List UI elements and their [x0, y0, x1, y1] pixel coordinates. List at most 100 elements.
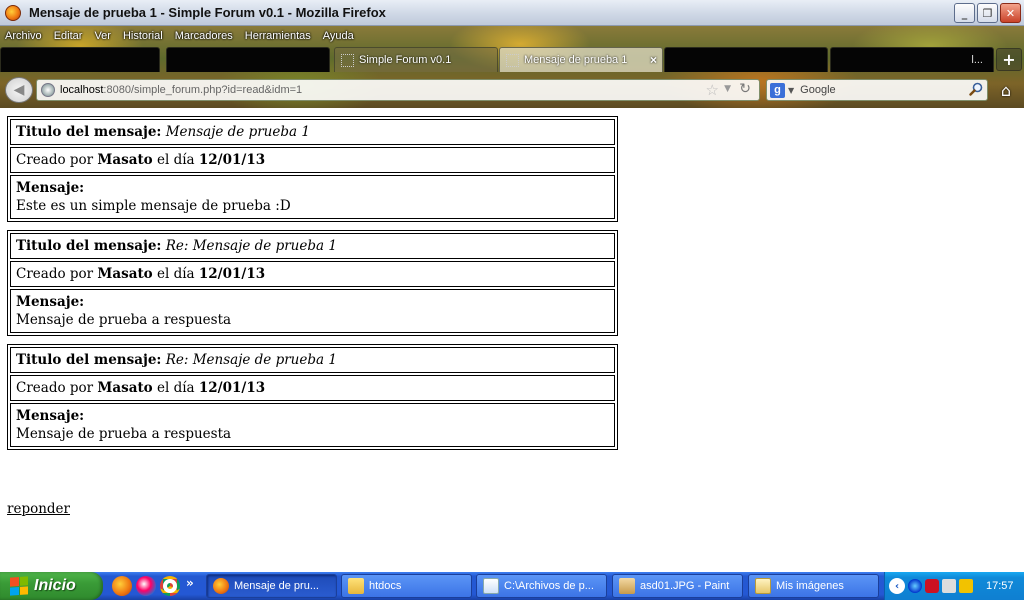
magnifier-icon[interactable]	[969, 82, 983, 96]
google-engine-icon[interactable]: g	[770, 82, 785, 98]
network-globe-icon[interactable]	[908, 579, 922, 593]
window-titlebar: Mensaje de prueba 1 - Simple Forum v0.1 …	[0, 0, 1024, 26]
reply-link[interactable]: reponder	[7, 501, 70, 517]
tab-redacted-1[interactable]	[0, 47, 160, 72]
start-label: Inicio	[34, 577, 76, 594]
forum-post: Titulo del mensaje: Re: Mensaje de prueb…	[7, 344, 618, 450]
created-prefix: Creado por	[16, 266, 94, 282]
post-body-row: Mensaje: Mensaje de prueba a respuesta	[10, 289, 615, 333]
menu-ver[interactable]: Ver	[88, 30, 117, 42]
task-notepad[interactable]: C:\Archivos de p...	[476, 574, 607, 598]
post-title-row: Titulo del mensaje: Re: Mensaje de prueb…	[10, 347, 615, 373]
page-icon	[341, 53, 354, 67]
history-dropdown-icon[interactable]: ▼	[724, 84, 731, 94]
window-controls: _ ❐ ✕	[954, 3, 1021, 23]
created-mid: el día	[156, 152, 195, 168]
reload-icon[interactable]: ↻	[739, 81, 751, 97]
folder-icon	[348, 578, 364, 594]
close-button[interactable]: ✕	[1000, 3, 1021, 23]
title-label: Titulo del mensaje:	[16, 124, 162, 140]
menu-marcadores[interactable]: Marcadores	[169, 30, 239, 42]
task-paint[interactable]: asd01.JPG - Paint	[612, 574, 743, 598]
tab-label: Mensaje de prueba 1	[524, 54, 628, 66]
task-htdocs[interactable]: htdocs	[341, 574, 472, 598]
start-button[interactable]: Inicio	[0, 572, 103, 600]
post-meta-row: Creado por Masato el día 12/01/13	[10, 147, 615, 173]
volume-icon[interactable]	[942, 579, 956, 593]
search-placeholder: Google	[800, 84, 836, 96]
search-bar[interactable]: g ▼ Google	[766, 79, 988, 101]
post-author: Masato	[97, 380, 153, 396]
page-content: Titulo del mensaje: Mensaje de prueba 1 …	[0, 108, 1024, 572]
created-mid: el día	[156, 266, 195, 282]
url-path: :8080/simple_forum.php?id=read&idm=1	[103, 84, 303, 96]
tab-redacted-2[interactable]	[166, 47, 330, 72]
post-date: 12/01/13	[198, 380, 266, 396]
show-hidden-icons-icon[interactable]: ‹	[889, 578, 905, 594]
maximize-button[interactable]: ❐	[977, 3, 998, 23]
post-title-row: Titulo del mensaje: Mensaje de prueba 1	[10, 119, 615, 145]
engine-dropdown-icon[interactable]: ▼	[788, 86, 794, 95]
back-button[interactable]: ◀	[5, 77, 33, 103]
tab-redacted-4[interactable]: l...	[830, 47, 994, 72]
clock: 17:57	[986, 580, 1014, 592]
tab-simple-forum[interactable]: Simple Forum v0.1	[334, 47, 498, 72]
task-label: Mis imágenes	[776, 580, 844, 592]
pictures-folder-icon	[755, 578, 771, 594]
windows-flag-icon	[10, 576, 28, 596]
window-title: Mensaje de prueba 1 - Simple Forum v0.1 …	[29, 5, 386, 20]
browser-chrome: Archivo Editar Ver Historial Marcadores …	[0, 26, 1024, 108]
bookmark-star-icon[interactable]: ☆	[706, 81, 719, 99]
post-title: Re: Mensaje de prueba 1	[165, 238, 337, 254]
firefox-quicklaunch-icon[interactable]	[112, 576, 132, 596]
post-body-row: Mensaje: Mensaje de prueba a respuesta	[10, 403, 615, 447]
system-tray: ‹ 17:57	[884, 572, 1024, 600]
power-icon[interactable]	[959, 579, 973, 593]
security-shield-icon[interactable]	[925, 579, 939, 593]
firefox-icon	[213, 578, 229, 594]
menu-bar: Archivo Editar Ver Historial Marcadores …	[0, 26, 360, 46]
menu-archivo[interactable]: Archivo	[0, 30, 48, 42]
title-label: Titulo del mensaje:	[16, 238, 162, 254]
notepad-icon	[483, 578, 499, 594]
minimize-button[interactable]: _	[954, 3, 975, 23]
post-title-row: Titulo del mensaje: Re: Mensaje de prueb…	[10, 233, 615, 259]
quicklaunch-more-icon[interactable]: »	[186, 576, 194, 596]
page-icon	[506, 53, 519, 67]
body-label: Mensaje:	[16, 408, 85, 424]
new-tab-button[interactable]: +	[996, 48, 1022, 71]
tab-close-icon[interactable]: ×	[650, 53, 657, 67]
task-mis-imagenes[interactable]: Mis imágenes	[748, 574, 879, 598]
forum-post: Titulo del mensaje: Re: Mensaje de prueb…	[7, 230, 618, 336]
menu-historial[interactable]: Historial	[117, 30, 169, 42]
tab-mensaje-prueba[interactable]: Mensaje de prueba 1 ×	[499, 47, 663, 72]
post-title: Mensaje de prueba 1	[165, 124, 310, 140]
body-label: Mensaje:	[16, 180, 85, 196]
post-author: Masato	[97, 266, 153, 282]
post-date: 12/01/13	[198, 266, 266, 282]
menu-editar[interactable]: Editar	[48, 30, 89, 42]
menu-herramientas[interactable]: Herramientas	[239, 30, 317, 42]
post-meta-row: Creado por Masato el día 12/01/13	[10, 375, 615, 401]
post-body-row: Mensaje: Este es un simple mensaje de pr…	[10, 175, 615, 219]
tab-bar: Simple Forum v0.1 Mensaje de prueba 1 × …	[0, 47, 1024, 72]
paint-icon	[619, 578, 635, 594]
tab-redacted-3[interactable]	[664, 47, 828, 72]
forum-post: Titulo del mensaje: Mensaje de prueba 1 …	[7, 116, 618, 222]
browser-quicklaunch-icon[interactable]	[136, 576, 156, 596]
task-label: Mensaje de pru...	[234, 580, 319, 592]
post-body: Mensaje de prueba a respuesta	[16, 312, 232, 328]
post-body: Mensaje de prueba a respuesta	[16, 426, 232, 442]
task-label: asd01.JPG - Paint	[640, 580, 730, 592]
site-identity-icon	[41, 83, 55, 97]
task-label: C:\Archivos de p...	[504, 580, 594, 592]
home-icon[interactable]: ⌂	[994, 78, 1018, 102]
chrome-quicklaunch-icon[interactable]	[160, 576, 180, 596]
menu-ayuda[interactable]: Ayuda	[317, 30, 360, 42]
post-author: Masato	[97, 152, 153, 168]
url-bar[interactable]: localhost:8080/simple_forum.php?id=read&…	[36, 79, 760, 101]
navigation-bar: ◀ localhost:8080/simple_forum.php?id=rea…	[0, 74, 1024, 106]
title-label: Titulo del mensaje:	[16, 352, 162, 368]
post-date: 12/01/13	[198, 152, 266, 168]
task-firefox[interactable]: Mensaje de pru...	[206, 574, 337, 598]
